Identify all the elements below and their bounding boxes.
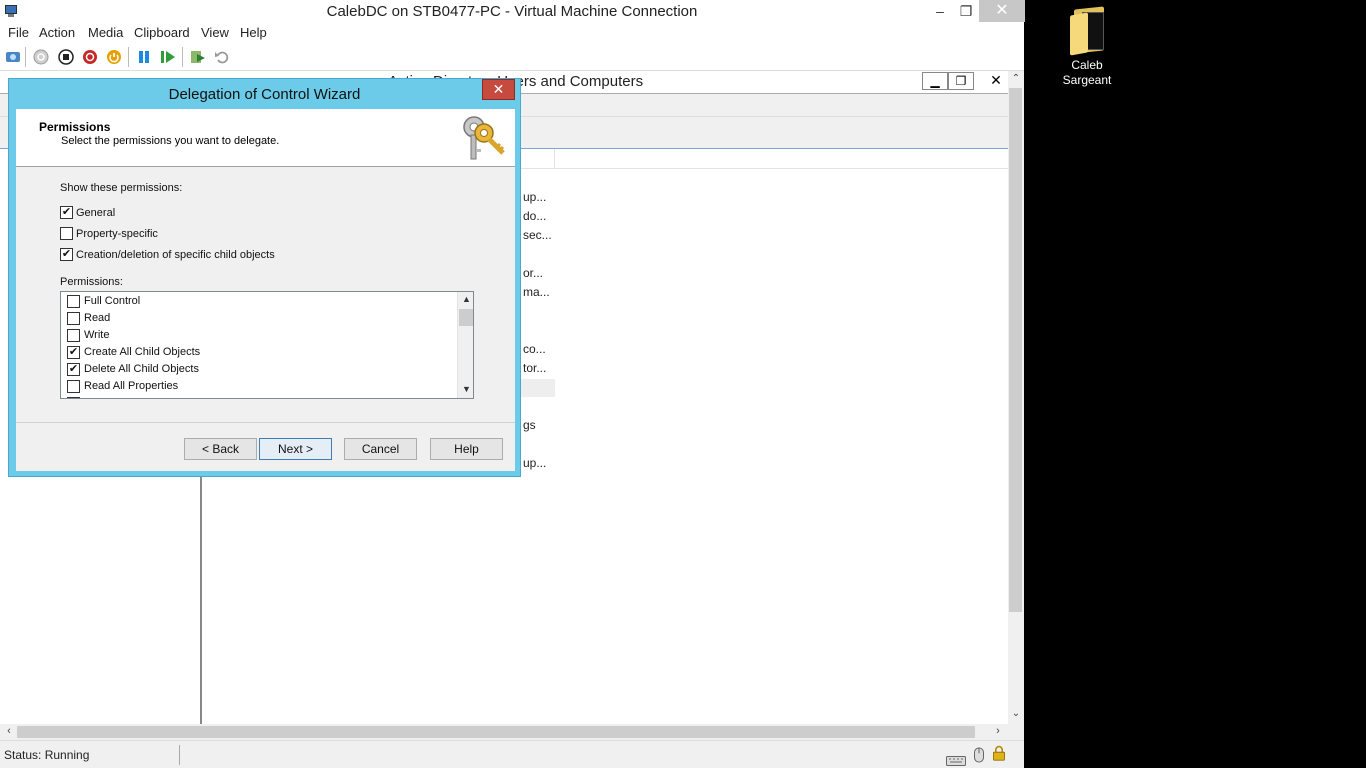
scroll-right-arrow-icon[interactable]: › [991,725,1005,737]
pause-icon[interactable] [135,48,153,66]
vm-titlebar[interactable]: CalebDC on STB0477-PC - Virtual Machine … [0,0,1025,23]
scroll-up-arrow-icon[interactable]: ⌃ [1008,73,1024,84]
list-item[interactable]: up... [523,456,546,470]
resume-icon[interactable] [159,48,177,66]
delegation-wizard-dialog: Delegation of Control Wizard ✕ Permissio… [8,78,521,477]
vm-restore-button[interactable]: ❐ [951,0,981,22]
desktop [1024,0,1366,768]
vm-status-text: Status: Running [4,748,90,762]
vm-vertical-scroll-thumb[interactable] [1009,88,1022,612]
aduc-minimize-button[interactable]: ▁ [922,72,948,90]
perm-read-all-properties-label[interactable]: Read All Properties [84,380,178,392]
wizard-title: Delegation of Control Wizard [168,86,361,103]
perm-write-checkbox[interactable] [67,329,80,342]
aduc-restore-button[interactable]: ❐ [948,72,974,90]
wizard-close-button[interactable]: ✕ [482,79,515,100]
list-item[interactable]: or... [523,266,543,280]
vm-toolbar [0,43,1024,71]
menu-file[interactable]: File [8,25,29,40]
desktop-icon-label: Caleb Sargeant [1062,58,1112,87]
list-item[interactable]: do... [523,209,546,223]
perm-read-label[interactable]: Read [84,312,110,324]
menu-view[interactable]: View [201,25,229,40]
perm-delete-child-checkbox[interactable]: ✔ [67,363,80,376]
wizard-page-subtitle: Select the permissions you want to deleg… [61,135,280,147]
turn-off-icon[interactable] [57,48,75,66]
next-button[interactable]: Next > [259,438,332,460]
perm-delete-child-label[interactable]: Delete All Child Objects [84,363,199,375]
child-objects-label[interactable]: Creation/deletion of specific child obje… [76,249,275,261]
child-objects-checkbox[interactable]: ✔ [60,248,73,261]
perm-scroll-down-icon[interactable]: ▼ [458,384,473,394]
general-checkbox[interactable]: ✔ [60,206,73,219]
vm-menubar: File Action Media Clipboard View Help [0,23,1024,43]
folder-icon [1068,6,1106,56]
scroll-left-arrow-icon[interactable]: ‹ [2,725,16,737]
menu-media[interactable]: Media [88,25,123,40]
perm-read-checkbox[interactable] [67,312,80,325]
vm-window-title: CalebDC on STB0477-PC - Virtual Machine … [326,3,698,20]
list-item[interactable]: tor... [523,361,546,375]
scroll-down-arrow-icon[interactable]: ⌄ [1008,708,1024,719]
list-item[interactable]: sec... [523,228,552,242]
vm-horizontal-scroll-thumb[interactable] [17,726,975,738]
save-state-icon[interactable] [105,48,123,66]
perm-full-control-label[interactable]: Full Control [84,295,140,307]
aduc-close-button[interactable]: ✕ [984,72,1008,90]
general-label[interactable]: General [76,207,115,219]
permissions-scrollbar[interactable]: ▲ ▼ [457,292,473,398]
shutdown-icon[interactable] [81,48,99,66]
keyboard-icon [946,756,966,766]
cancel-button[interactable]: Cancel [344,438,417,460]
checkpoint-icon[interactable] [189,48,207,66]
perm-full-control-checkbox[interactable] [67,295,80,308]
perm-write-label[interactable]: Write [84,329,109,341]
property-specific-label[interactable]: Property-specific [76,228,158,240]
desktop-folder-shortcut[interactable]: Caleb Sargeant [1056,6,1118,88]
permissions-listbox[interactable]: Full Control Read Write ✔ Create All Chi… [60,291,474,399]
list-item[interactable]: ma... [523,285,550,299]
revert-icon[interactable] [213,48,231,66]
list-item[interactable]: co... [523,342,546,356]
help-button[interactable]: Help [430,438,503,460]
lock-icon [993,745,1005,761]
permissions-label: Permissions: [60,276,123,288]
perm-read-all-properties-checkbox[interactable] [67,380,80,393]
wizard-page-title: Permissions [39,120,111,134]
list-row-selected[interactable] [516,379,555,397]
property-specific-checkbox[interactable] [60,227,73,240]
keys-icon [463,116,505,160]
back-button[interactable]: < Back [184,438,257,460]
menu-help[interactable]: Help [240,25,267,40]
mouse-icon [974,747,984,763]
perm-next-checkbox[interactable] [67,397,80,398]
vm-close-button[interactable]: ✕ [979,0,1025,22]
menu-clipboard[interactable]: Clipboard [134,25,190,40]
menu-action[interactable]: Action [39,25,75,40]
perm-create-child-checkbox[interactable]: ✔ [67,346,80,359]
list-item[interactable]: up... [523,190,546,204]
wizard-body: Permissions Select the permissions you w… [16,109,515,471]
perm-create-child-label[interactable]: Create All Child Objects [84,346,200,358]
ctrl-alt-del-icon[interactable] [4,48,22,66]
show-permissions-label: Show these permissions: [60,182,183,194]
perm-scroll-up-icon[interactable]: ▲ [458,294,473,304]
perm-scroll-thumb[interactable] [459,309,473,326]
list-item[interactable]: gs [523,418,536,432]
vm-statusbar: Status: Running [0,740,1024,768]
start-icon[interactable] [32,48,50,66]
wizard-header: Permissions Select the permissions you w… [16,109,515,167]
